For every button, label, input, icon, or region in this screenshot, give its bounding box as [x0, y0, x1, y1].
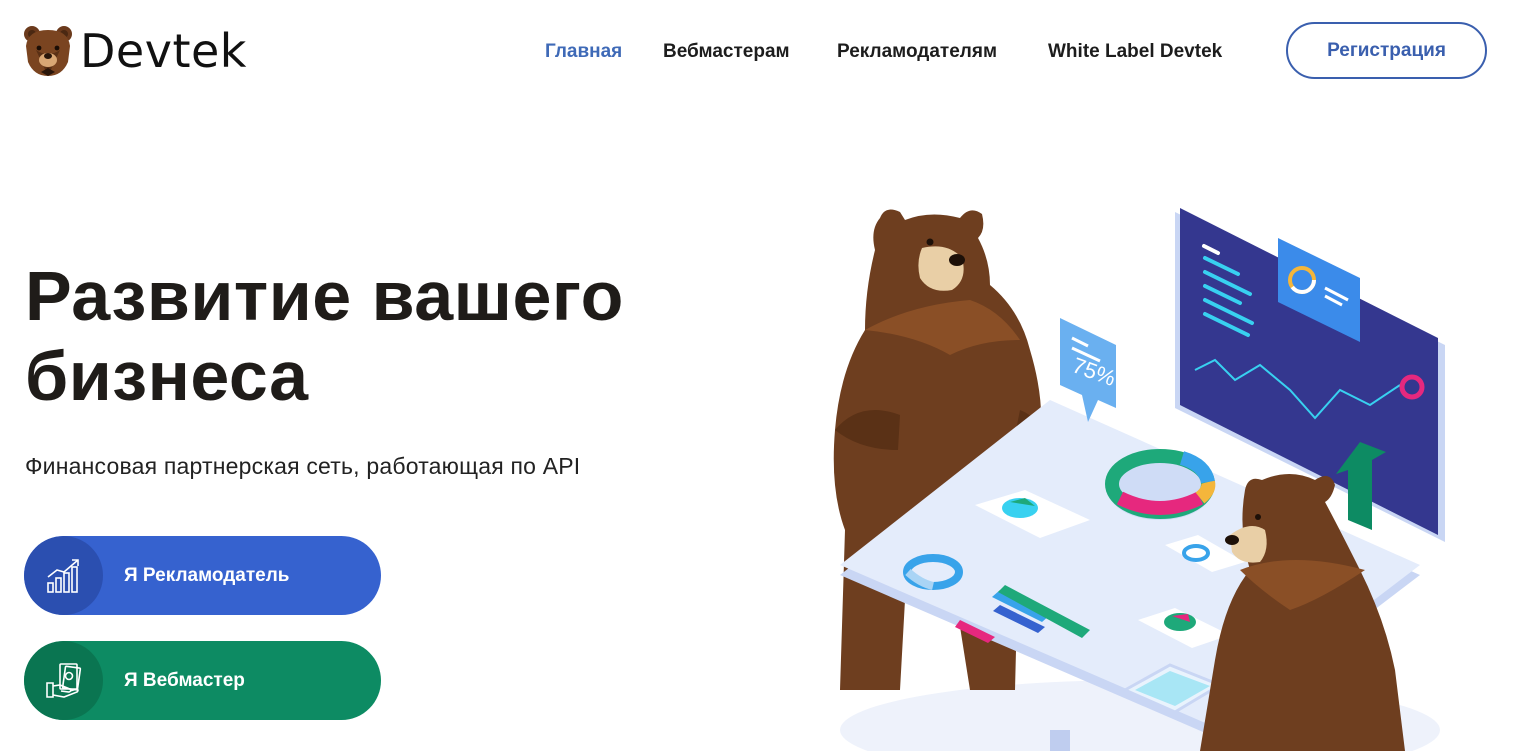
bear-logo-icon	[24, 26, 72, 76]
money-hand-icon	[24, 641, 103, 720]
advertiser-button-label: Я Рекламодатель	[124, 564, 290, 586]
advertiser-button[interactable]: Я Рекламодатель	[24, 536, 381, 615]
nav-item-webmasters[interactable]: Вебмастерам	[663, 41, 790, 63]
hero-illustration: 75%	[833, 208, 1445, 751]
hero-title-line-2: бизнеса	[25, 337, 309, 415]
nav-item-advertisers[interactable]: Рекламодателям	[837, 41, 997, 63]
nav-item-home[interactable]: Главная	[545, 41, 622, 63]
register-button[interactable]: Регистрация	[1286, 22, 1487, 79]
growth-chart-icon	[24, 536, 103, 615]
site-header: Devtek Главная Вебмастерам Рекламодателя…	[0, 0, 1513, 105]
webmaster-button-label: Я Вебмастер	[124, 669, 245, 691]
nav-item-white-label[interactable]: White Label Devtek	[1048, 41, 1222, 63]
hero-title-line-1: Развитие вашего	[25, 257, 624, 335]
brand-logo[interactable]: Devtek	[22, 24, 247, 78]
brand-name: Devtek	[80, 24, 247, 78]
hero-subtitle: Финансовая партнерская сеть, работающая …	[25, 453, 581, 479]
webmaster-button[interactable]: Я Вебмастер	[24, 641, 381, 720]
hero-title: Развитие вашего бизнеса	[25, 256, 745, 416]
